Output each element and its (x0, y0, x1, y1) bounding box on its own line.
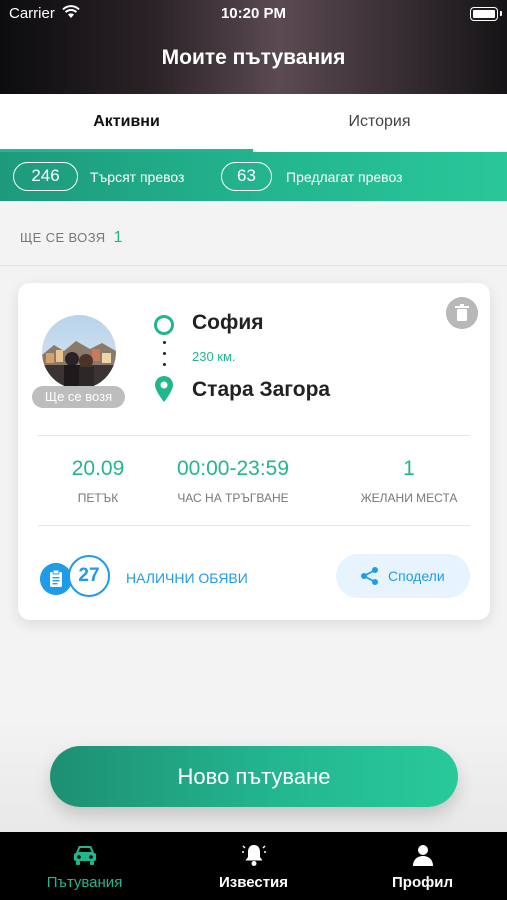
share-button[interactable]: Сподели (336, 554, 470, 598)
searching-label: Търсят превоз (90, 169, 185, 185)
section-count: 1 (113, 229, 123, 246)
nav-trips[interactable]: Пътувания (0, 832, 169, 900)
offering-count-pill[interactable]: 63 (221, 162, 272, 191)
page-title: Моите пътувания (161, 46, 346, 69)
trip-weekday: ПЕТЪК (77, 491, 119, 505)
tab-active[interactable]: Активни (0, 94, 253, 152)
trash-icon[interactable] (446, 297, 478, 329)
divider (0, 265, 507, 266)
nav-trips-label: Пътувания (46, 874, 123, 891)
stats-bar: 246 Търсят превоз 63 Предлагат превоз (0, 152, 507, 201)
distance: 230 км. (192, 349, 236, 364)
available-ads-link[interactable]: НАЛИЧНИ ОБЯВИ (126, 570, 248, 586)
departure-time: 00:00-23:59 (176, 457, 290, 480)
role-badge: Ще се возя (32, 386, 125, 408)
desired-seats: 1 (403, 457, 415, 480)
route-dot (163, 363, 166, 366)
bell-icon (242, 845, 266, 866)
car-icon (74, 846, 96, 865)
route-dot (163, 352, 166, 355)
bottom-nav: Пътувания Известия Профил (0, 832, 507, 900)
card-divider (38, 525, 470, 526)
share-label: Сподели (388, 568, 445, 584)
header: Carrier 10:20 PM Моите пътувания (0, 0, 507, 94)
nav-profile-label: Профил (392, 874, 453, 891)
desired-seats-label: ЖЕЛАНИ МЕСТА (360, 491, 458, 505)
status-bar: Carrier 10:20 PM (0, 0, 507, 28)
tab-history[interactable]: История (253, 94, 506, 152)
nav-notifications-label: Известия (218, 874, 289, 891)
section-header: ЩЕ СЕ ВОЗЯ 1 (20, 229, 123, 247)
origin-circle-icon (154, 315, 174, 335)
clock: 10:20 PM (220, 5, 287, 22)
nav-profile[interactable]: Профил (338, 832, 507, 900)
destination-city: Стара Загора (192, 378, 331, 401)
avatar (42, 315, 116, 389)
location-pin-icon (155, 376, 173, 402)
offering-label: Предлагат превоз (286, 169, 403, 185)
origin-city: София (192, 311, 264, 334)
clipboard-icon (40, 563, 72, 595)
nav-notifications[interactable]: Известия (169, 832, 338, 900)
departure-time-label: ЧАС НА ТРЪГВАНЕ (177, 491, 289, 505)
card-divider (38, 435, 470, 436)
share-icon (361, 567, 378, 585)
trip-card[interactable]: Ще се возя София 230 км. Стара Загора 20… (18, 283, 490, 620)
new-trip-button[interactable]: Ново пътуване (50, 746, 458, 807)
section-label: ЩЕ СЕ ВОЗЯ (20, 230, 106, 245)
battery-icon (470, 7, 502, 21)
tab-bar: Активни История (0, 94, 507, 152)
trip-date: 20.09 (71, 457, 125, 480)
searching-count-pill[interactable]: 246 (13, 162, 78, 191)
person-icon (413, 845, 433, 866)
available-ads-count[interactable]: 27 (68, 555, 110, 597)
route-dot (163, 341, 166, 344)
